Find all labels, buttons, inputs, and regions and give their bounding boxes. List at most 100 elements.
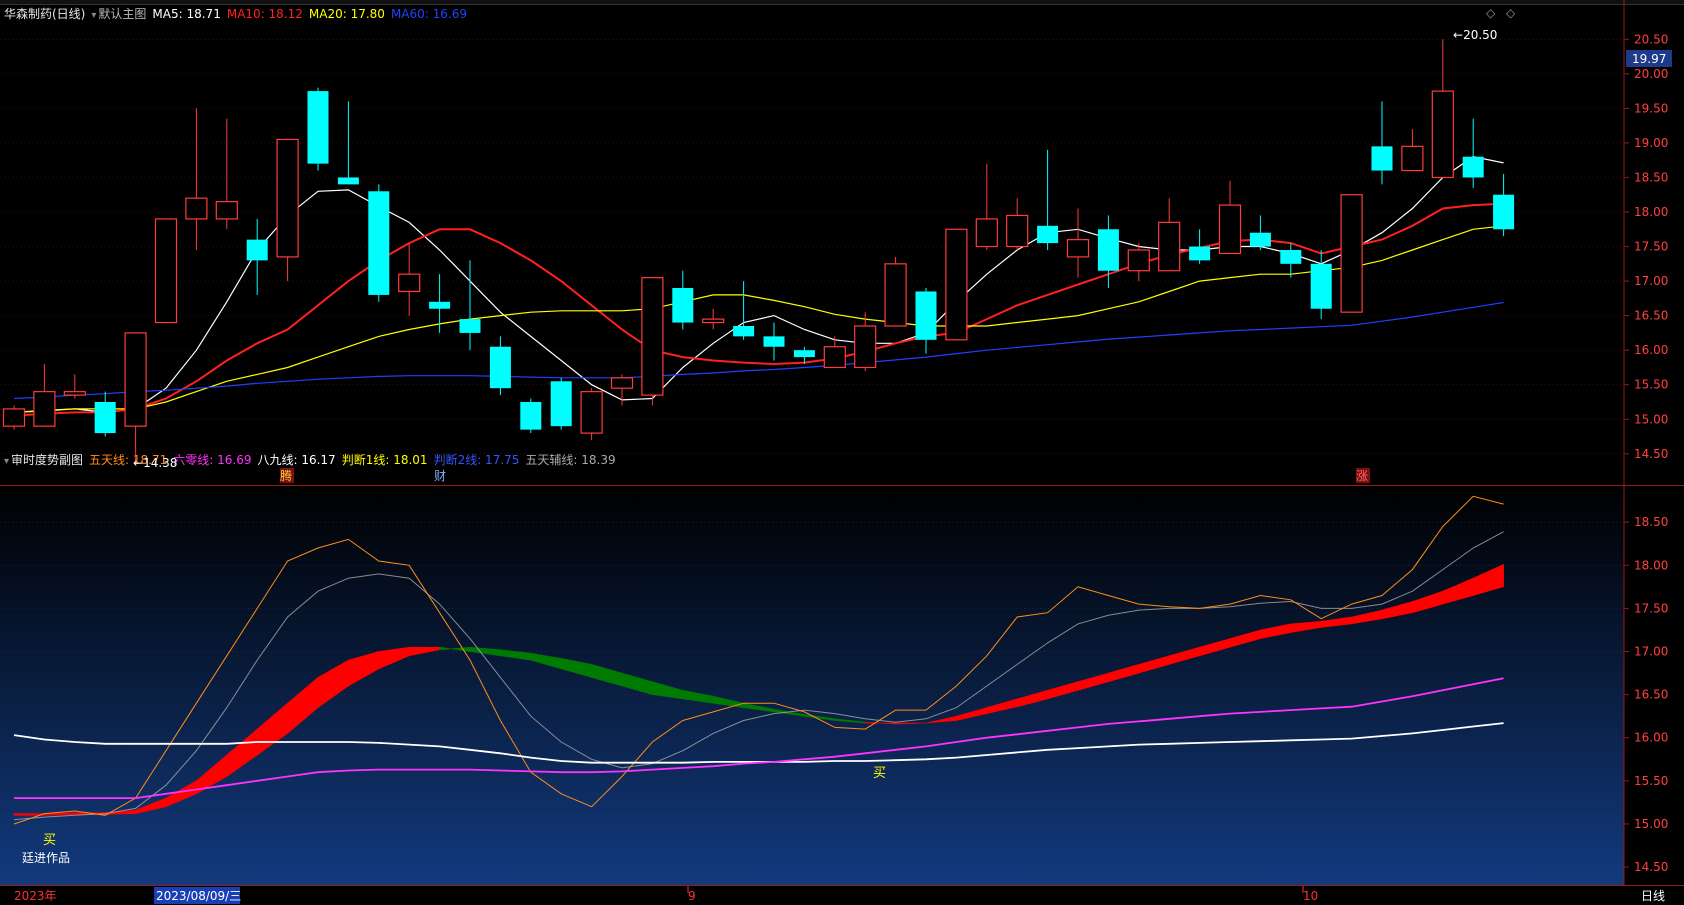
candle-body-down [915, 291, 937, 340]
candle [854, 312, 877, 371]
chart-canvas[interactable]: 14.50 15.00 15.50 16.00 16.50 17.00 17.50 18.00… [0, 0, 1684, 905]
candle-body-down [368, 191, 390, 295]
candle [1127, 243, 1150, 282]
candle [63, 374, 86, 399]
candle-body-down [672, 288, 694, 323]
candle [246, 218, 268, 295]
candle-body-down [1280, 250, 1302, 264]
candle-body-up [398, 273, 421, 293]
candle [276, 138, 299, 282]
sub-ytick-label: 16.00 [1634, 731, 1668, 745]
candle [1006, 198, 1029, 250]
candle [1401, 129, 1424, 172]
candle-body-down [1310, 263, 1332, 309]
sub-ytick-label: 18.50 [1634, 515, 1668, 529]
sub-ytick-label: 18.00 [1634, 558, 1668, 572]
candle [154, 218, 178, 324]
candle-body-down [1249, 232, 1271, 247]
buy-signal-2: 买 [873, 766, 886, 781]
candle-body-down [1371, 146, 1393, 171]
candle-body-down [459, 319, 481, 333]
candle [185, 108, 208, 250]
candle-body-up [276, 138, 299, 258]
candle [124, 332, 147, 463]
candle-body-up [154, 218, 178, 324]
candle [429, 274, 451, 333]
main-ytick-label: 14.50 [1634, 447, 1668, 461]
event-marker-zhang[interactable]: 涨 [1356, 468, 1368, 483]
candle-body-up [1158, 221, 1181, 272]
candle [337, 101, 359, 185]
candle-body-down [793, 350, 815, 358]
main-ytick-label: 19.00 [1634, 136, 1668, 150]
candle [1218, 180, 1242, 255]
candle-body-down [337, 177, 359, 185]
candle [398, 243, 421, 316]
main-ytick-label: 17.00 [1634, 274, 1668, 288]
month-mark-9: 9 [688, 889, 696, 903]
sub-ytick-label: 15.50 [1634, 774, 1668, 788]
candle [1493, 174, 1515, 237]
main-ytick-label: 18.00 [1634, 205, 1668, 219]
candle [975, 163, 998, 250]
period-high-label: ←20.50 [1453, 28, 1497, 42]
sub-chart-background [0, 486, 1624, 885]
author-label: 廷进作品 [22, 851, 70, 865]
candle-body-up [1066, 239, 1090, 258]
candle-body-down [1462, 156, 1484, 178]
candle [489, 336, 511, 396]
candle-body-up [1006, 214, 1029, 248]
candle [763, 322, 785, 361]
candle-body-up [580, 391, 603, 434]
candle-body-down [550, 381, 572, 427]
candle [672, 270, 694, 330]
main-ma-lines [13, 156, 1504, 417]
candle [1462, 118, 1484, 188]
main-ytick-label: 19.50 [1634, 101, 1668, 115]
candle-body-up [854, 325, 877, 369]
candle-body-up [1431, 90, 1454, 179]
event-marker-teng[interactable]: 腾 [280, 468, 292, 483]
period-low-label: ←14.38 [133, 456, 177, 470]
main-ytick-label: 18.50 [1634, 170, 1668, 184]
main-grid [0, 38, 1629, 455]
sub-ytick-label: 16.50 [1634, 688, 1668, 702]
candle-body-up [975, 218, 998, 248]
candle-body-up [823, 346, 846, 369]
candle-body-up [33, 391, 56, 427]
candle-body-down [1037, 225, 1059, 244]
candle [1340, 194, 1363, 313]
candle [368, 184, 390, 302]
candle [733, 281, 755, 340]
candle-body-down [94, 402, 116, 434]
candle-body-up [2, 408, 26, 427]
main-ytick-label: 16.50 [1634, 309, 1668, 323]
candle-body-up [945, 228, 968, 341]
y-axis-labels: 14.50 15.00 15.50 16.00 16.50 17.00 17.50 18.00… [1634, 32, 1668, 874]
candle [1158, 198, 1181, 272]
candle-body-up [1218, 204, 1242, 255]
main-ytick-label: 15.50 [1634, 378, 1668, 392]
candle [884, 256, 907, 327]
candle-body-down [246, 239, 268, 261]
candle-body-down [733, 326, 755, 337]
period-label[interactable]: 日线 [1641, 889, 1665, 903]
main-ytick-label: 16.00 [1634, 343, 1668, 357]
candle [33, 364, 56, 427]
candle-body-down [1097, 229, 1119, 271]
candle-body-up [185, 197, 208, 220]
candle [1066, 208, 1090, 278]
candle-body-up [1340, 194, 1363, 313]
candle-body-down [307, 91, 329, 164]
buy-signal-1: 买 [43, 833, 56, 848]
event-marker-cai[interactable]: 财 [434, 469, 446, 483]
candle-body-up [641, 277, 664, 396]
candle-body-down [1189, 246, 1211, 261]
ma-line-ma5 [13, 156, 1504, 414]
candle [915, 288, 937, 354]
candle [2, 405, 26, 430]
candle [702, 308, 725, 330]
candles [2, 39, 1515, 463]
candle [1249, 215, 1271, 250]
candle [580, 388, 603, 440]
